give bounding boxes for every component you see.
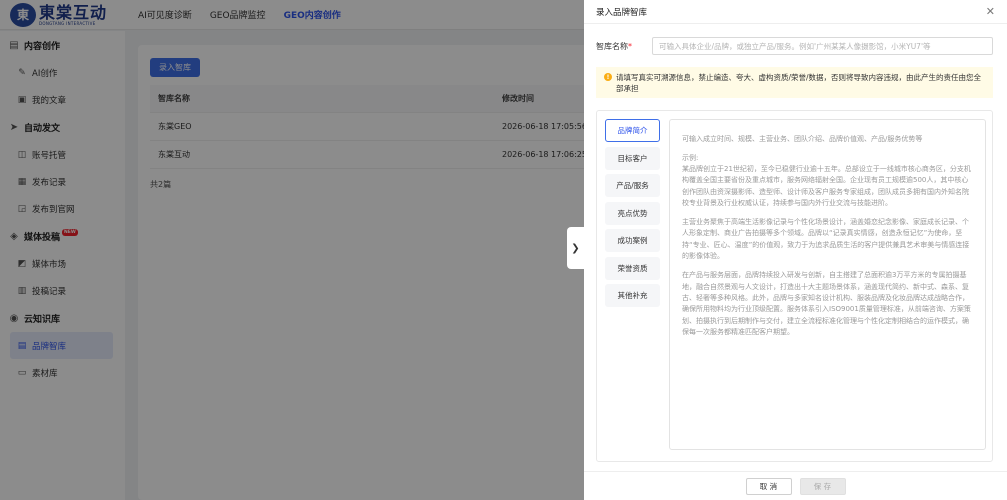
brand-intro-textarea[interactable]: 可输入成立时间、规模、主营业务、团队介绍、品牌价值观、产品/服务优势等 示例: …	[669, 119, 986, 450]
close-icon[interactable]: ✕	[986, 5, 995, 18]
modal-overlay[interactable]	[0, 0, 584, 500]
drawer-collapse-button[interactable]: ❯	[567, 227, 584, 269]
brand-library-drawer: 录入品牌智库 ✕ 智库名称* ! 请填写真实可溯源信息，禁止编造、夸大、虚构资质…	[584, 0, 1007, 500]
example-paragraph-1: 某品牌创立于21世纪初，至今已稳健行业逾十五年。总部设立于一线城市核心商务区，分…	[682, 165, 971, 207]
save-button[interactable]: 保 存	[799, 477, 846, 495]
name-form-row: 智库名称*	[596, 37, 993, 55]
name-label: 智库名称*	[596, 41, 652, 52]
example-paragraph-3: 在产品与服务层面，品牌持续投入研发与创新，自主搭建了总面积逾3万平方米的专属拍摄…	[682, 271, 971, 336]
tab-honors[interactable]: 荣誉资质	[605, 256, 660, 280]
name-label-text: 智库名称	[596, 41, 628, 51]
example-paragraph-2: 主营业务聚焦于高端生活影像记录与个性化场景设计，涵盖婚恋纪念影像、家庭成长记录、…	[682, 218, 970, 261]
example-label: 示例:	[682, 154, 699, 162]
tab-highlights[interactable]: 亮点优势	[605, 201, 660, 225]
tab-other[interactable]: 其他补充	[605, 284, 660, 307]
tab-products-services[interactable]: 产品/服务	[605, 174, 660, 197]
cancel-button[interactable]: 取 消	[745, 477, 792, 495]
warning-icon: !	[604, 73, 612, 81]
required-mark: *	[628, 41, 632, 51]
drawer-header: 录入品牌智库 ✕	[584, 0, 1007, 24]
warning-text: 请填写真实可溯源信息，禁止编造、夸大、虚构资质/荣誉/数据，否则将导致内容违规，…	[616, 73, 982, 93]
chevron-right-icon: ❯	[571, 242, 580, 254]
info-tabs: 品牌简介 目标客户 产品/服务 亮点优势 成功案例 荣誉资质 其他补充	[605, 119, 660, 312]
tab-brand-intro[interactable]: 品牌简介	[605, 119, 660, 142]
library-name-input[interactable]	[652, 37, 993, 55]
brand-info-panel: 品牌简介 目标客户 产品/服务 亮点优势 成功案例 荣誉资质 其他补充 可输入成…	[596, 110, 993, 462]
tab-target-customers[interactable]: 目标客户	[605, 146, 660, 170]
drawer-title: 录入品牌智库	[596, 7, 648, 18]
drawer-footer: 取 消 保 存	[584, 471, 1007, 500]
tab-success-cases[interactable]: 成功案例	[605, 229, 660, 252]
textarea-hint: 可输入成立时间、规模、主营业务、团队介绍、品牌价值观、产品/服务优势等	[682, 135, 923, 143]
warning-alert: ! 请填写真实可溯源信息，禁止编造、夸大、虚构资质/荣誉/数据，否则将导致内容违…	[596, 67, 993, 98]
